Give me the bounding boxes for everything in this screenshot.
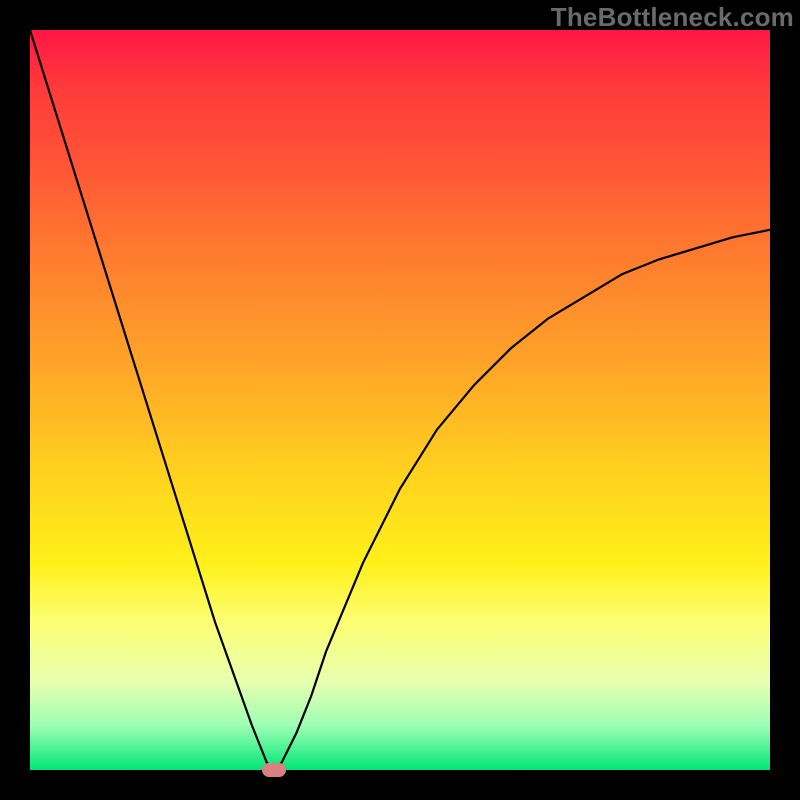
curve-svg [30,30,770,770]
watermark-text: TheBottleneck.com [551,2,794,33]
bottleneck-curve [30,30,770,770]
plot-area [30,30,770,770]
min-marker [262,763,286,777]
chart-frame: TheBottleneck.com [0,0,800,800]
